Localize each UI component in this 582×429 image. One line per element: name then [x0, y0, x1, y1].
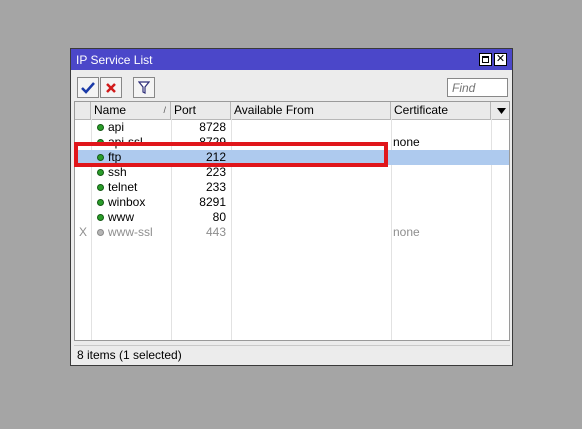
column-header-certificate-label: Certificate — [394, 103, 449, 117]
column-header-name-label: Name — [94, 103, 127, 117]
status-dot-icon — [97, 184, 104, 191]
row-flag — [75, 195, 91, 210]
sort-indicator-icon: / — [163, 105, 166, 115]
close-icon: ✕ — [495, 53, 506, 65]
row-flag — [75, 180, 91, 195]
status-dot-icon — [97, 124, 104, 131]
find-input[interactable] — [447, 78, 508, 97]
row-port: 233 — [205, 180, 226, 194]
row-certificate — [393, 165, 491, 180]
close-button[interactable]: ✕ — [494, 53, 507, 66]
column-header-certificate[interactable]: Certificate — [391, 102, 491, 119]
row-certificate — [393, 210, 491, 225]
table-row-disabled[interactable]: X www-ssl 443 none — [75, 225, 509, 240]
status-dot-icon — [97, 199, 104, 206]
table-row[interactable]: api 8728 — [75, 120, 509, 135]
status-dot-icon — [97, 169, 104, 176]
toolbar — [71, 70, 512, 100]
row-name: api — [97, 120, 171, 135]
enable-button[interactable] — [77, 77, 99, 98]
row-name-text: telnet — [108, 180, 138, 194]
window-title: IP Service List — [76, 53, 153, 67]
column-header-available-from[interactable]: Available From — [231, 102, 391, 119]
table-row[interactable]: telnet 233 — [75, 180, 509, 195]
status-text: 8 items (1 selected) — [77, 348, 182, 362]
column-header-port-label: Port — [174, 103, 197, 117]
row-flag — [75, 120, 91, 135]
filter-icon — [138, 81, 150, 94]
row-name-text: www-ssl — [108, 225, 153, 239]
status-bar: 8 items (1 selected) — [74, 345, 510, 363]
row-name-text: ssh — [108, 165, 127, 179]
ip-service-list-window: IP Service List ✕ Name / Port Available … — [70, 48, 513, 366]
table-header: Name / Port Available From Certificate — [75, 102, 509, 120]
check-icon — [81, 81, 95, 94]
row-name: winbox — [97, 195, 171, 210]
column-menu-button[interactable] — [491, 102, 509, 119]
row-certificate: none — [393, 225, 420, 239]
row-flag — [75, 210, 91, 225]
table-row[interactable]: winbox 8291 — [75, 195, 509, 210]
row-name: telnet — [97, 180, 171, 195]
row-certificate — [393, 195, 491, 210]
row-name-text: api — [108, 120, 125, 134]
row-port: 223 — [205, 165, 226, 179]
row-certificate: none — [393, 135, 420, 149]
row-port: 443 — [205, 225, 226, 239]
row-name: ssh — [97, 165, 171, 180]
maximize-icon — [482, 56, 489, 63]
row-port: 8291 — [199, 195, 226, 209]
row-port: 80 — [212, 210, 226, 224]
row-name-text: www — [108, 210, 134, 224]
status-dot-icon — [97, 214, 104, 221]
row-certificate — [393, 180, 491, 195]
row-flag — [75, 165, 91, 180]
row-name: www — [97, 210, 171, 225]
chevron-down-icon — [496, 107, 506, 114]
maximize-button[interactable] — [479, 53, 492, 66]
row-certificate — [393, 120, 491, 135]
table-row[interactable]: www 80 — [75, 210, 509, 225]
table-row[interactable]: ssh 223 — [75, 165, 509, 180]
column-header-name[interactable]: Name / — [91, 102, 171, 119]
filter-button[interactable] — [133, 77, 155, 98]
column-header-flag[interactable] — [75, 102, 91, 119]
title-bar[interactable]: IP Service List ✕ — [71, 49, 512, 70]
status-dot-icon — [97, 229, 104, 236]
row-flag: X — [78, 225, 87, 239]
column-header-available-from-label: Available From — [234, 103, 314, 117]
row-name-text: winbox — [108, 195, 146, 209]
highlight-box — [74, 142, 388, 167]
column-header-port[interactable]: Port — [171, 102, 231, 119]
row-certificate — [393, 150, 491, 165]
disable-button[interactable] — [100, 77, 122, 98]
x-icon — [106, 82, 116, 93]
row-name: www-ssl — [97, 225, 171, 240]
row-port: 8728 — [199, 120, 226, 134]
service-table: Name / Port Available From Certificate a… — [74, 101, 510, 341]
